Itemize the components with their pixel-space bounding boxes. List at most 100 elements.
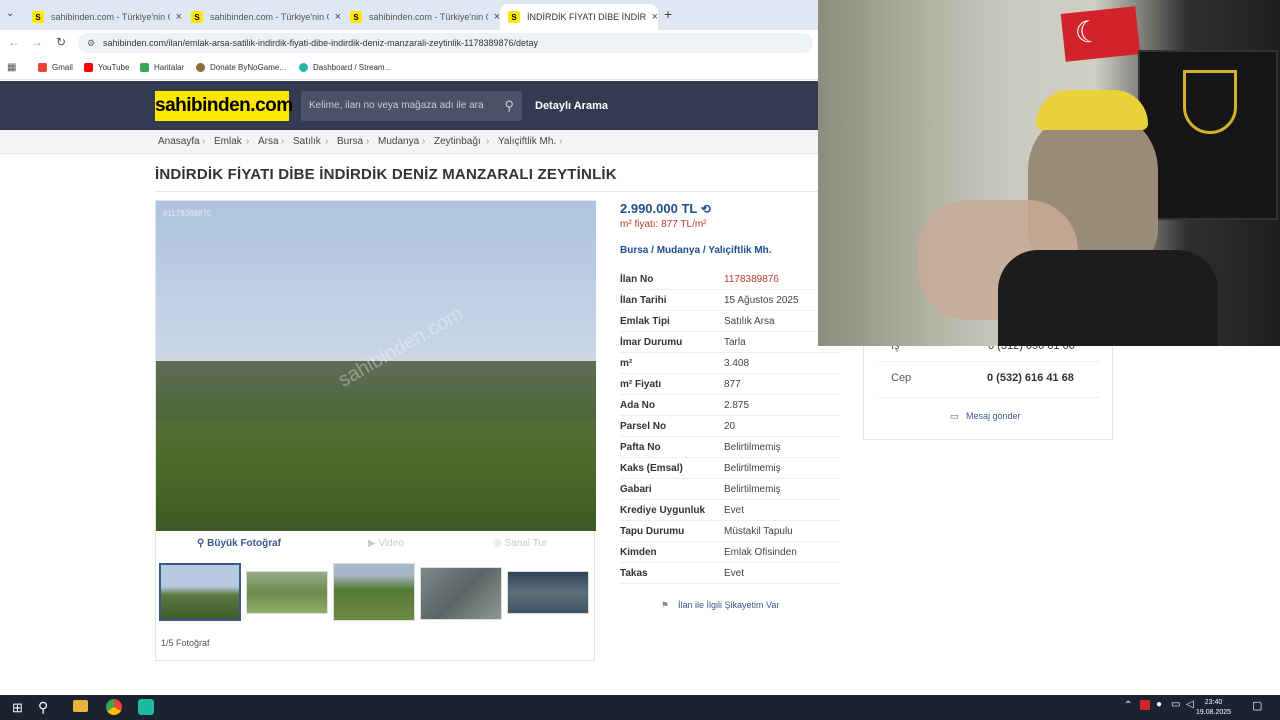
divider [155,191,820,192]
search-icon[interactable]: ⚲ [504,91,514,121]
location-separator: / [702,245,706,256]
send-message-link[interactable]: ▭ Mesaj gönder [950,411,1021,421]
url-input[interactable]: ⚙ sahibinden.com/ilan/emlak-arsa-satilik… [78,33,813,53]
chrome-icon[interactable] [106,699,122,715]
sahibinden-favicon-icon: S [32,11,44,23]
person-shirt [998,250,1218,346]
breadcrumb: Anasayfa › Emlak › Arsa › Satılık › Burs… [0,130,820,154]
browser-tab-bar: ⌄ S sahibinden.com - Türkiye'nin O × S s… [0,0,820,30]
search-icon[interactable]: ⚲ [38,699,48,716]
detail-row: İlan Tarihi 15 Ağustos 2025 [620,290,840,311]
virtual-tour-button[interactable]: ◎ Sanal Tur [493,538,547,549]
bookmark-donate[interactable]: Donate ByNoGame... [196,63,286,72]
close-icon[interactable]: × [652,11,658,23]
site-info-icon[interactable]: ⚙ [87,33,95,53]
message-icon: ▭ [950,411,959,421]
donate-icon [196,63,205,72]
detail-row: Emlak Tipi Satılık Arsa [620,311,840,332]
location-city[interactable]: Bursa [620,245,648,256]
listing-title: İNDİRDİK FİYATI DİBE İNDİRDİK DENİZ MANZ… [155,166,617,183]
location-neighborhood[interactable]: Yalıçiftlik Mh. [708,245,771,256]
clock-time: 23:40 [1204,699,1223,706]
detail-row: m² 3.408 [620,353,840,374]
tab-3[interactable]: S sahibinden.com - Türkiye'nin O × [342,4,500,30]
bookmark-gmail[interactable]: Gmail [38,63,73,72]
file-explorer-icon[interactable] [73,700,88,712]
notification-icon[interactable]: ▢ [1252,699,1262,712]
thumbnail[interactable] [507,571,589,614]
breadcrumb-separator: › [559,136,563,147]
forward-arrow-icon[interactable]: → [31,35,43,49]
breadcrumb-separator: › [422,136,426,147]
location-district[interactable]: Mudanya [657,245,700,256]
thumbnail[interactable] [333,563,415,621]
new-tab-button[interactable]: + [664,6,672,22]
breadcrumb-separator: › [202,136,206,147]
sahibinden-favicon-icon: S [350,11,362,23]
price-history-icon[interactable]: ⟲ [701,202,711,216]
apps-grid-icon[interactable]: ▦ [7,62,16,73]
club-banner [1138,50,1278,220]
detail-row: Krediye Uygunluk Evet [620,500,840,521]
microphone-icon[interactable]: ● [1156,699,1162,710]
breadcrumb-item[interactable]: Mudanya [378,136,419,147]
url-text: sahibinden.com/ilan/emlak-arsa-satilik-i… [103,38,539,48]
back-arrow-icon[interactable]: ← [8,35,20,49]
breadcrumb-item[interactable]: Bursa [337,136,363,147]
main-photo[interactable]: #1178389876 sahibinden.com [156,201,596,531]
address-bar-row: ← → ↻ ⚙ sahibinden.com/ilan/emlak-arsa-s… [0,30,820,56]
bookmark-youtube[interactable]: YouTube [84,63,129,72]
close-icon[interactable]: × [335,11,341,23]
breadcrumb-item[interactable]: Satılık [293,136,321,147]
tab-4-active[interactable]: S İNDİRDİK FİYATI DİBE İNDİRDİK × [500,4,658,30]
breadcrumb-separator: › [246,136,250,147]
stream-icon [299,63,308,72]
breadcrumb-item[interactable]: Zeytinbağı [434,136,481,147]
thumbnail[interactable] [420,567,502,620]
complaint-link[interactable]: ⚑ İlan ile İlgili Şikayetim Var [661,600,779,610]
tab-3-label: sahibinden.com - Türkiye'nin O [369,12,488,22]
tray-app-icon[interactable] [1140,700,1150,710]
thumbnail[interactable] [159,563,241,621]
zoom-icon: ⚲ [197,538,208,549]
reload-icon[interactable]: ↻ [56,35,66,49]
close-icon[interactable]: × [176,11,182,23]
tab-search-chevron-icon[interactable]: ⌄ [6,8,14,19]
system-clock[interactable]: 23:40 19.08.2025 [1196,698,1231,718]
volume-icon[interactable]: ◁ [1186,699,1194,710]
bookmarks-bar: ▦ Gmail YouTube Haritalar Donate ByNoGam… [0,56,820,80]
maps-icon [140,63,149,72]
tab-2[interactable]: S sahibinden.com - Türkiye'nin O × [183,4,341,30]
breadcrumb-item[interactable]: Arsa [258,136,279,147]
breadcrumb-item[interactable]: Anasayfa [158,136,200,147]
big-photo-button[interactable]: ⚲ Büyük Fotoğraf [197,538,281,549]
windows-start-icon[interactable]: ⊞ [12,700,23,716]
divider [878,397,1100,398]
price: 2.990.000 TL ⟲ [620,201,711,216]
photo-gallery: #1178389876 sahibinden.com ⚲ Büyük Fotoğ… [155,200,596,661]
detailed-search-link[interactable]: Detaylı Arama [535,100,608,112]
detail-row: Tapu Durumu Müstakil Tapulu [620,521,840,542]
bookmark-maps[interactable]: Haritalar [140,63,184,72]
bookmark-dashboard[interactable]: Dashboard / Stream... [299,63,391,72]
divider [878,361,1100,362]
detail-row: m² Fiyatı 877 [620,374,840,395]
tab-1-label: sahibinden.com - Türkiye'nin O [51,12,170,22]
network-icon[interactable]: ▭ [1171,699,1180,710]
site-logo[interactable]: sahibinden.com [155,91,293,121]
clock-date: 19.08.2025 [1196,709,1232,716]
breadcrumb-item[interactable]: Emlak [214,136,242,147]
detail-row: Pafta No Belirtilmemiş [620,437,840,458]
breadcrumb-item[interactable]: Yalıçiftlik Mh. [498,136,556,147]
tray-chevron-icon[interactable]: ⌃ [1124,700,1132,711]
site-search-input[interactable]: Kelime, ilan no veya mağaza adı ile ara … [301,91,522,121]
webcam-overlay: ☾ [818,0,1280,346]
tab-1[interactable]: S sahibinden.com - Türkiye'nin O × [24,4,182,30]
stream-app-icon[interactable] [138,699,154,715]
sahibinden-favicon-icon: S [508,11,520,23]
search-placeholder: Kelime, ilan no veya mağaza adı ile ara [309,100,484,111]
video-button[interactable]: ▶ Video [368,538,404,549]
cep-phone[interactable]: 0 (532) 616 41 68 [987,372,1074,384]
club-crest [1183,70,1237,134]
thumbnail[interactable] [246,571,328,614]
